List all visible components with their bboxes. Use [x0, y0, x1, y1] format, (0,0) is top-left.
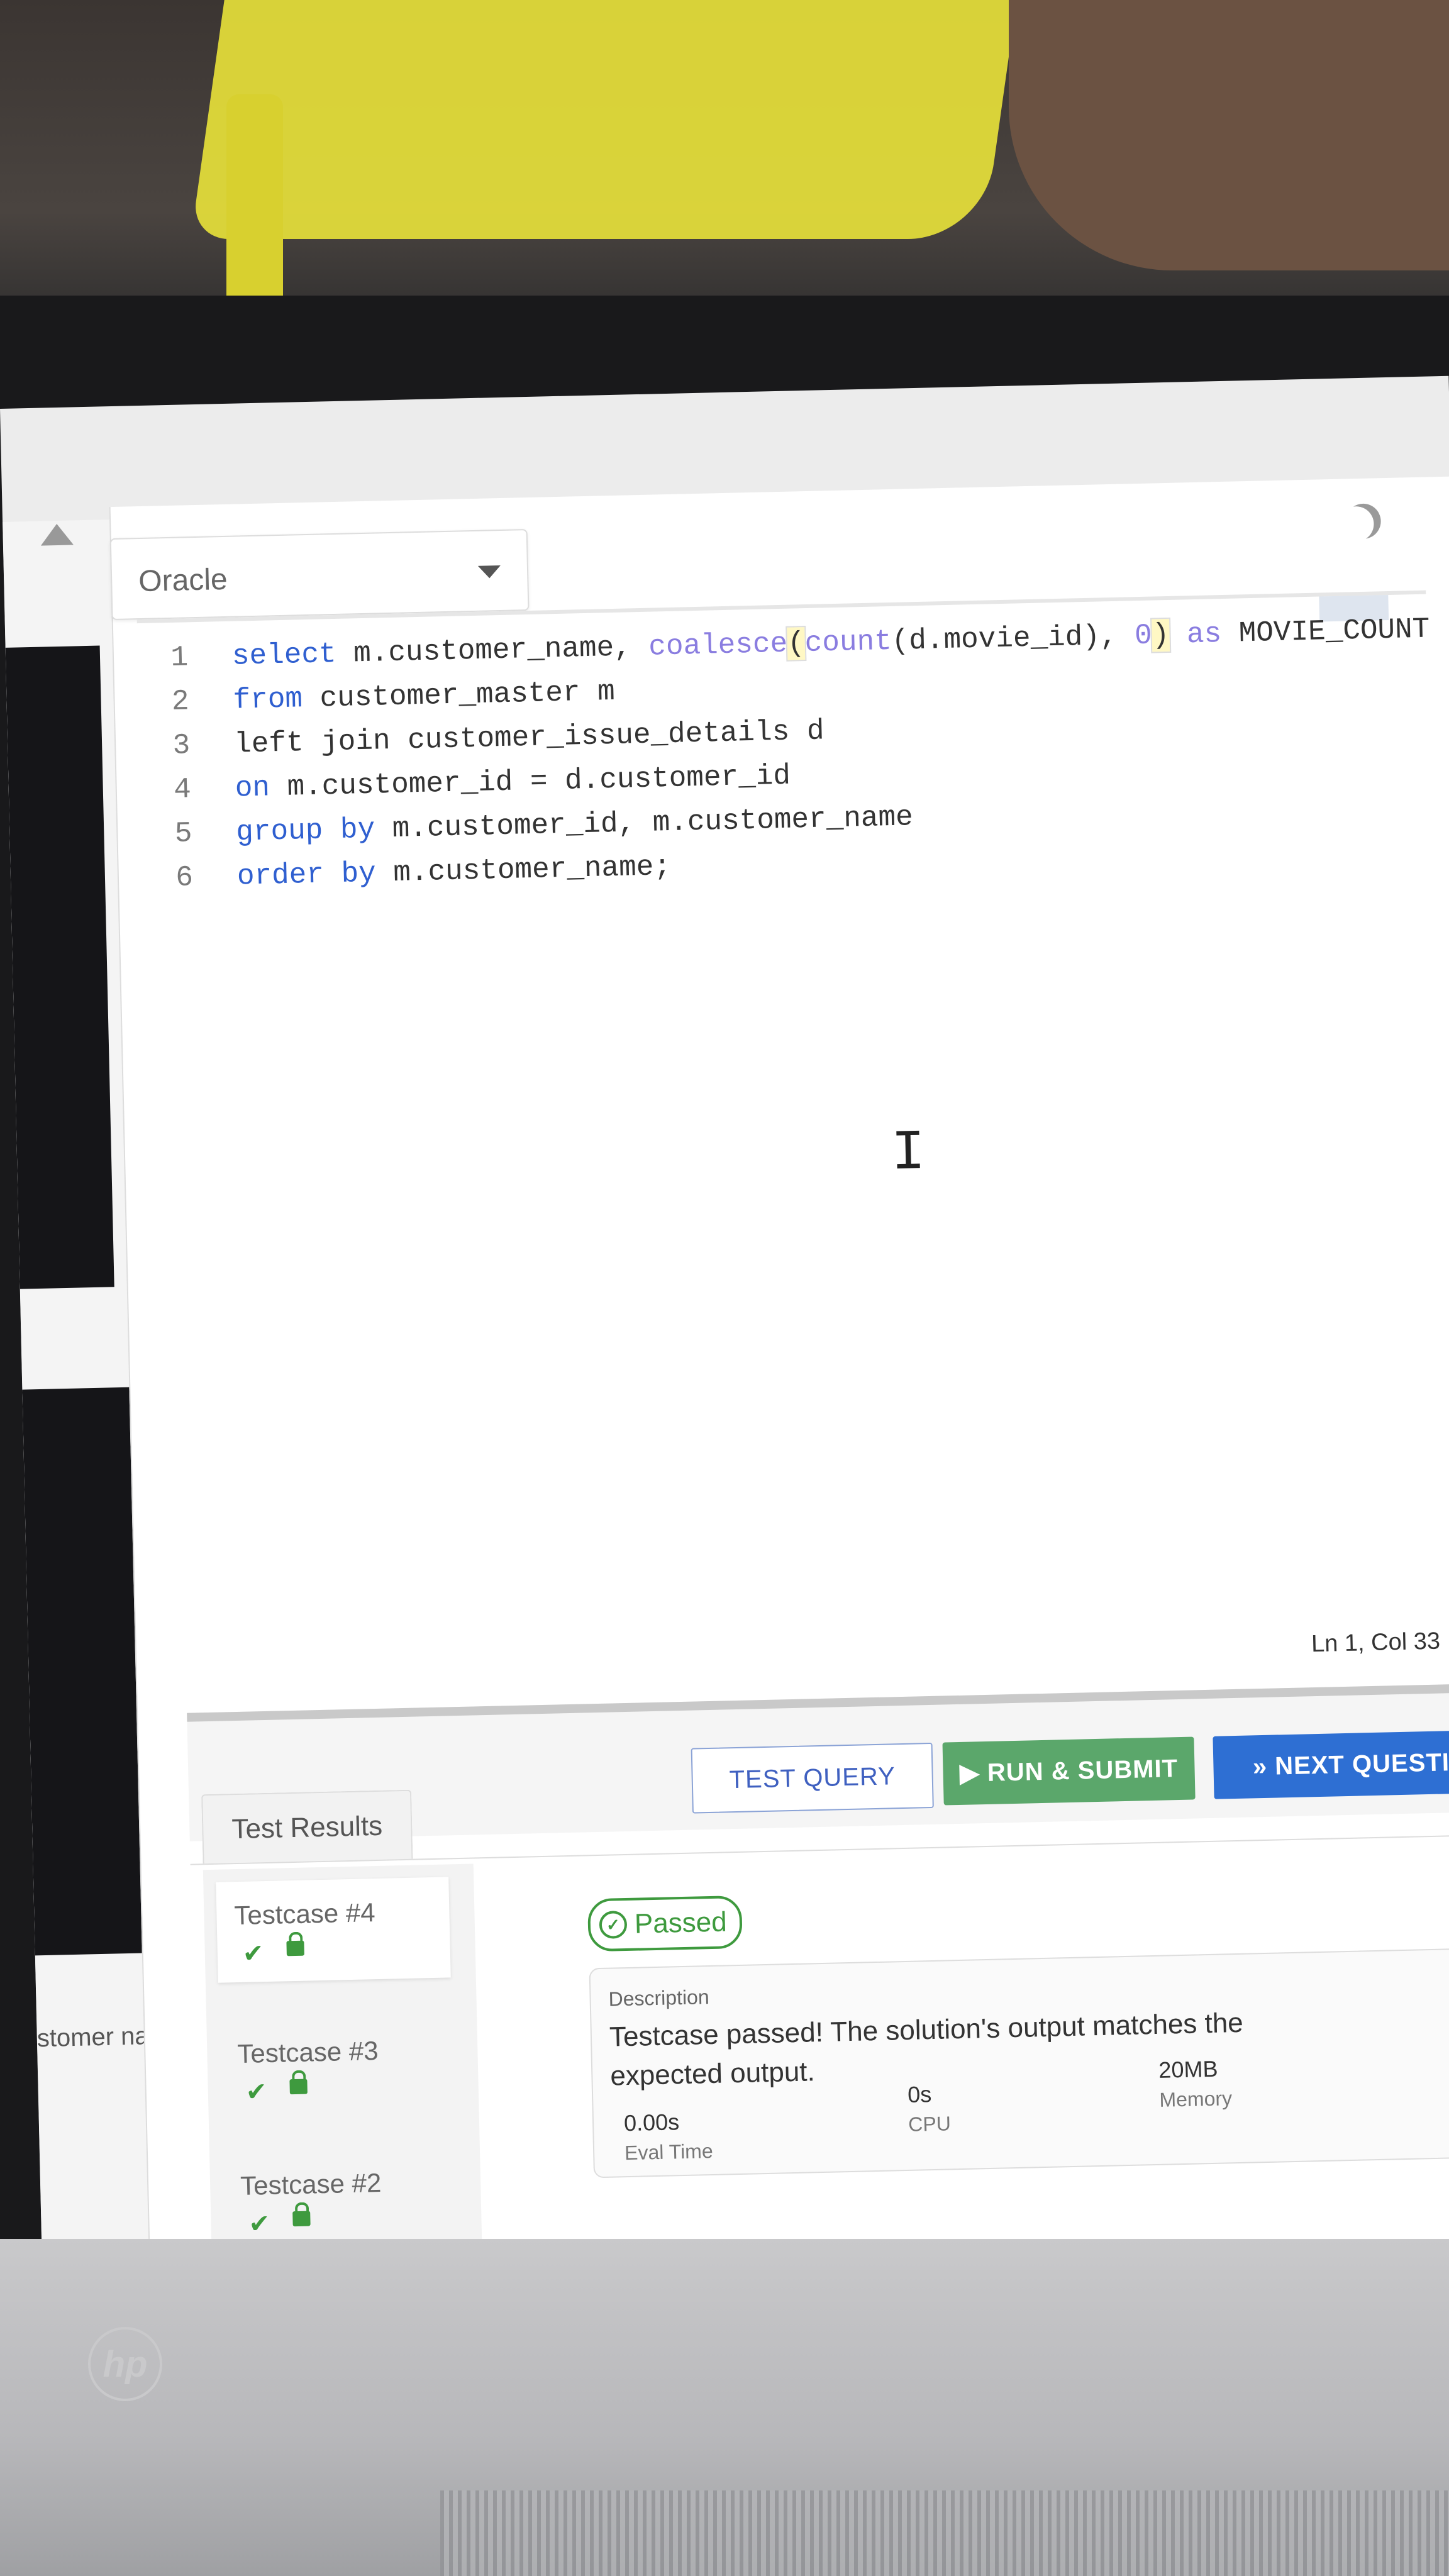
cpu-label: CPU — [908, 2112, 952, 2136]
testcase-item[interactable]: Testcase #2 ✔ — [222, 2147, 457, 2253]
next-question-button[interactable]: » NEXT QUESTIO — [1213, 1729, 1449, 1799]
problem-image — [5, 645, 114, 1289]
speaker-grille — [440, 2490, 1449, 2576]
yellow-chair — [191, 0, 1017, 239]
check-icon: ✔ — [245, 2078, 267, 2106]
check-icon: ✔ — [248, 2210, 270, 2238]
test-query-button[interactable]: TEST QUERY — [691, 1742, 934, 1814]
code-keyword: group by — [235, 813, 375, 849]
line-number: 4 — [173, 773, 192, 806]
status-text: Passed — [634, 1906, 728, 1940]
code-number: 0 — [1134, 619, 1153, 653]
testcase-name: Testcase #3 — [236, 2036, 379, 2069]
testcase-name: Testcase #4 — [233, 1897, 376, 1931]
code-keyword: as — [1169, 618, 1222, 652]
testcase-name: Testcase #2 — [240, 2167, 382, 2201]
code-bracket: ) — [1150, 617, 1171, 653]
code-keyword: on — [235, 771, 270, 805]
lock-icon — [289, 2079, 308, 2095]
status-badge: ✓ Passed — [587, 1895, 743, 1952]
cursor-position: Ln 1, Col 33 — [1311, 1628, 1441, 1658]
laptop-screen: stomer name in Oracle 1 select m.customer… — [0, 375, 1449, 2283]
description-text: Testcase passed! The solution's output m… — [609, 2007, 1244, 2092]
check-icon: ✔ — [242, 1940, 264, 1968]
line-number: 1 — [170, 641, 189, 674]
code-text: m.customer_name, — [336, 630, 649, 670]
code-keyword: select — [231, 637, 337, 673]
code-function: coalesce — [648, 627, 788, 663]
hp-logo: hp — [88, 2327, 162, 2401]
description-label: Description — [608, 1985, 710, 2011]
language-select-value: Oracle — [138, 562, 228, 599]
testcase-item[interactable]: Testcase #3 ✔ — [219, 2015, 454, 2121]
check-circle-icon: ✓ — [599, 1911, 628, 1939]
code-line: 1 select m.customer_name, coalesce(count(… — [137, 613, 1430, 687]
code-editor[interactable]: 1 select m.customer_name, coalesce(count(… — [136, 590, 1449, 1661]
background-object — [1009, 0, 1449, 270]
lock-icon — [292, 2211, 311, 2227]
code-text: customer_master m — [302, 675, 616, 716]
text-cursor-icon: I — [891, 1121, 926, 1187]
tab-test-results[interactable]: Test Results — [201, 1789, 413, 1865]
scroll-up-arrow-icon[interactable] — [40, 523, 74, 546]
cpu-value: 0s — [907, 2081, 932, 2107]
testcase-item[interactable]: Testcase #4 ✔ — [216, 1877, 451, 1983]
code-bracket: ( — [786, 626, 807, 662]
memory-value: 20MB — [1158, 2055, 1218, 2083]
testcase-list: Testcase #4 ✔ Testcase #3 ✔ Testcase #2 … — [203, 1863, 483, 2279]
line-number: 3 — [172, 729, 191, 762]
result-card: Description Testcase passed! The solutio… — [589, 1947, 1449, 2179]
eval-time-label: Eval Time — [624, 2139, 714, 2165]
eval-time-value: 0.00s — [623, 2109, 680, 2136]
code-keyword: from — [233, 682, 303, 717]
line-number: 6 — [175, 861, 194, 894]
chevron-down-icon — [477, 565, 501, 579]
code-text: (d.movie_id), — [891, 619, 1135, 658]
code-text: m.customer_name; — [375, 850, 672, 890]
language-select[interactable]: Oracle — [109, 529, 530, 621]
memory-label: Memory — [1159, 2087, 1233, 2111]
line-number: 5 — [174, 817, 192, 850]
code-function: count — [804, 625, 892, 660]
line-number: 2 — [171, 685, 190, 718]
run-submit-button[interactable]: ▶ RUN & SUBMIT — [942, 1736, 1196, 1806]
code-text: MOVIE_COUNT — [1221, 613, 1430, 651]
lock-icon — [286, 1940, 304, 1957]
code-keyword: order by — [236, 857, 377, 893]
